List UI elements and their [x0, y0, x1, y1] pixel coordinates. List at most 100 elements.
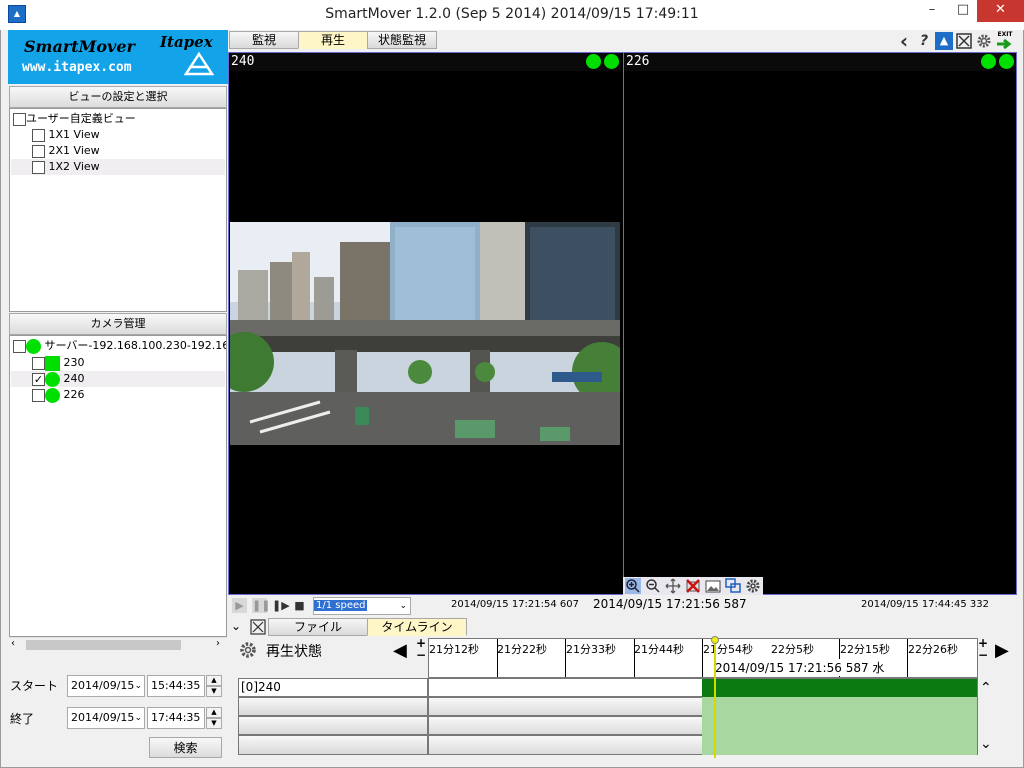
end-date-value: 2014/09/15 — [71, 711, 135, 724]
pane-header: 226 — [624, 53, 1016, 71]
fullscreen-icon[interactable] — [250, 619, 266, 635]
start-label: スタート — [10, 679, 59, 693]
camera-online-icon — [45, 371, 60, 387]
zoom-out-icon[interactable] — [645, 578, 661, 594]
tab-monitor[interactable]: 監視 — [229, 31, 299, 49]
search-button[interactable]: 検索 — [149, 737, 222, 758]
chevron-down-icon[interactable]: ⌄ — [399, 598, 407, 614]
end-date-picker[interactable]: 2014/09/15 ⌄ — [67, 707, 145, 729]
tab-playback[interactable]: 再生 — [298, 31, 368, 49]
timeline-ruler[interactable]: 21分12秒 21分22秒 21分33秒 21分44秒 21分54秒 22分5秒… — [428, 638, 978, 678]
move-icon[interactable] — [665, 578, 681, 594]
track-label-text: [0]240 — [241, 680, 281, 694]
track-label: [0]240 — [238, 678, 428, 697]
video-frame — [230, 222, 620, 445]
view-item-2x1[interactable]: 2X1 View — [32, 143, 100, 159]
status-online-icon — [981, 54, 996, 69]
speed-select[interactable]: 1/1 speed ⌄ — [313, 597, 411, 615]
camera-node-240[interactable]: ✓ 240 — [11, 371, 225, 387]
pane-toolbar — [623, 577, 763, 595]
range-start-time: 2014/09/15 17:21:54 607 — [451, 599, 579, 610]
zoom-out-timeline-icon[interactable]: − — [978, 648, 988, 662]
snapshot-icon[interactable] — [705, 578, 721, 594]
camera-node-230[interactable]: 230 — [32, 355, 85, 371]
chevron-down-icon[interactable]: ⌄ — [231, 619, 241, 633]
stop-icon[interactable]: ■ — [292, 598, 307, 613]
close-button[interactable]: ✕ — [977, 0, 1024, 22]
back-icon[interactable]: ‹ — [895, 31, 913, 51]
fullscreen-icon[interactable] — [956, 33, 972, 49]
tab-timeline[interactable]: タイムライン — [367, 618, 467, 636]
settings-icon[interactable] — [976, 33, 992, 49]
step-forward-icon[interactable]: ❚▶ — [272, 598, 290, 613]
chevron-down-icon[interactable]: ⌄ — [134, 676, 142, 696]
camera-square-icon — [45, 355, 60, 371]
scroll-left-icon[interactable]: ‹ — [11, 638, 15, 649]
play-icon[interactable]: ▶ — [232, 598, 247, 613]
scroll-right-icon[interactable]: › — [216, 638, 220, 649]
playhead-cursor[interactable] — [714, 638, 716, 758]
view-settings-button[interactable]: ビューの設定と選択 — [9, 86, 227, 108]
status-online-icon — [604, 54, 619, 69]
end-time-input[interactable]: 17:44:35 — [147, 707, 205, 729]
maximize-button[interactable]: □ — [946, 0, 980, 22]
start-date-picker[interactable]: 2014/09/15 ⌄ — [67, 675, 145, 697]
view-item-1x1[interactable]: 1X1 View — [32, 127, 100, 143]
ruler-label: 21分33秒 — [566, 643, 616, 656]
chevron-down-icon[interactable]: ⌄ — [980, 736, 992, 752]
zoom-in-icon[interactable] — [625, 578, 641, 594]
minimize-button[interactable]: – — [915, 0, 949, 22]
camera-node-226[interactable]: 226 — [32, 387, 85, 403]
layout-icon[interactable] — [725, 578, 741, 594]
spin-down-icon[interactable]: ▼ — [206, 718, 222, 729]
zoom-out-timeline-icon[interactable]: − — [416, 648, 426, 662]
view-group-user[interactable]: ユーザー自定義ビュー — [13, 111, 136, 127]
view-checkbox[interactable] — [32, 160, 45, 174]
cursor-time-label: 2014/09/15 17:21:56 587 水 — [715, 659, 885, 676]
start-time-input[interactable]: 15:44:35 — [147, 675, 205, 697]
camera-checkbox[interactable] — [32, 356, 45, 370]
tab-file[interactable]: ファイル — [268, 618, 368, 636]
chevron-up-icon[interactable]: ⌃ — [980, 680, 992, 696]
server-label: サーバー-192.168.100.230-192.168.1 — [44, 339, 227, 352]
logo-icon[interactable]: ▲ — [935, 32, 953, 50]
view-label: 2X1 View — [48, 144, 100, 157]
view-checkbox[interactable] — [13, 112, 26, 126]
selection-range — [702, 697, 977, 755]
server-online-icon — [26, 338, 41, 354]
view-checkbox[interactable] — [32, 144, 45, 158]
status-online-icon — [999, 54, 1014, 69]
video-pane-226[interactable]: 226 — [623, 53, 1016, 594]
view-checkbox[interactable] — [32, 128, 45, 142]
recorded-segment[interactable] — [702, 679, 977, 697]
server-checkbox[interactable] — [13, 339, 26, 353]
playhead-handle[interactable] — [711, 636, 719, 644]
view-item-1x2[interactable]: 1X2 View — [11, 159, 225, 175]
help-icon[interactable]: ? — [915, 32, 933, 50]
camera-checkbox-checked[interactable]: ✓ — [32, 372, 45, 386]
chevron-down-icon[interactable]: ⌄ — [134, 708, 142, 728]
exit-icon[interactable]: EXIT — [996, 31, 1014, 51]
camera-management-button[interactable]: カメラ管理 — [9, 313, 227, 335]
settings-icon[interactable] — [238, 640, 258, 660]
server-node[interactable]: サーバー-192.168.100.230-192.168.1 — [13, 338, 227, 354]
view-label: 1X2 View — [48, 160, 100, 173]
speed-value: 1/1 speed — [314, 600, 368, 611]
camera-tree: サーバー-192.168.100.230-192.168.1 230 ✓ 240… — [9, 335, 227, 637]
scrollbar-thumb[interactable] — [26, 640, 181, 650]
spin-down-icon[interactable]: ▼ — [206, 686, 222, 697]
camera-checkbox[interactable] — [32, 388, 45, 402]
settings-icon[interactable] — [745, 578, 761, 594]
logo-mark-icon — [184, 52, 214, 76]
exit-arrow-icon — [997, 38, 1012, 50]
pause-icon[interactable]: ❚❚ — [252, 598, 270, 613]
timeline-left-icon[interactable]: ◀ — [393, 640, 407, 661]
tab-status-monitor[interactable]: 状態監視 — [367, 31, 437, 49]
ruler-label: 21分44秒 — [634, 643, 684, 656]
spin-up-icon[interactable]: ▲ — [206, 707, 222, 718]
timeline-right-icon[interactable]: ▶ — [995, 640, 1009, 661]
delete-icon[interactable] — [685, 578, 701, 594]
video-pane-240[interactable]: 240 — [229, 53, 621, 594]
current-time: 2014/09/15 17:21:56 587 — [593, 597, 747, 611]
spin-up-icon[interactable]: ▲ — [206, 675, 222, 686]
